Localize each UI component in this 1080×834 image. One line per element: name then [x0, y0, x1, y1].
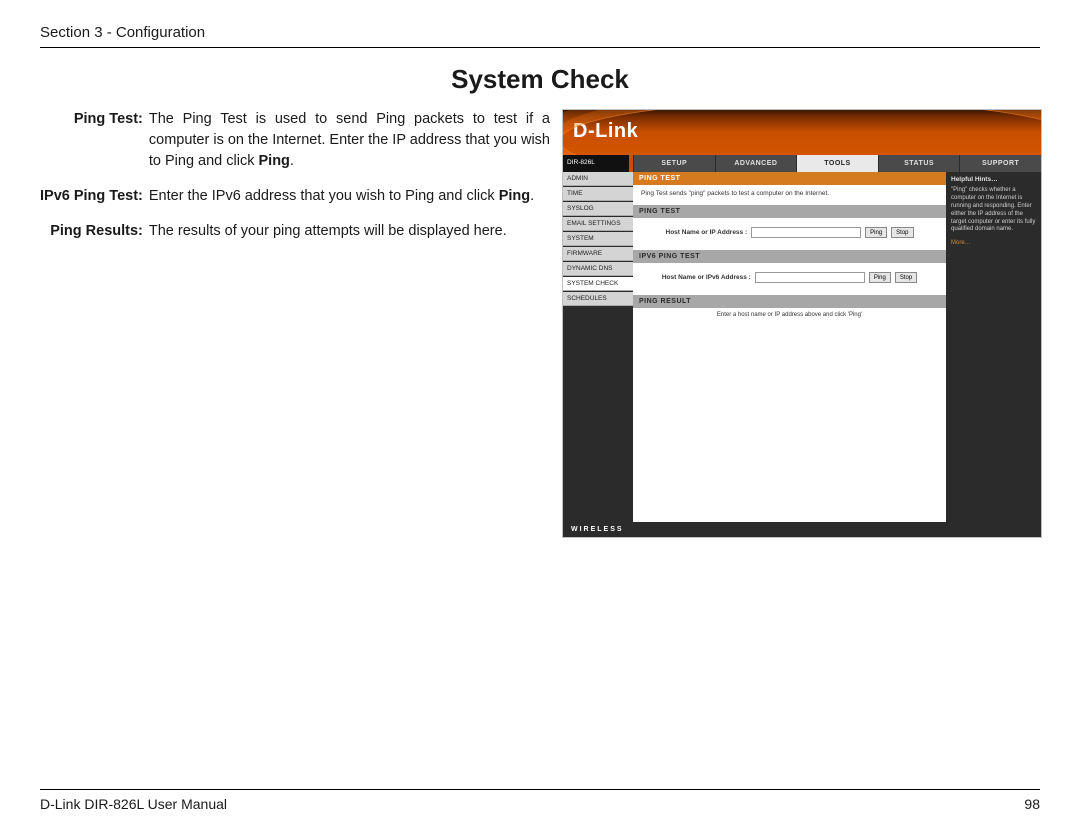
dlink-logo: D-Link — [573, 120, 638, 143]
ipv6-host-input[interactable] — [755, 272, 865, 283]
ping-host-label: Host Name or IP Address : — [666, 229, 748, 236]
desc-text-pre: The Ping Test is used to send Ping packe… — [149, 111, 550, 169]
ping-test-intro: Ping Test sends "ping" packets to test a… — [633, 185, 946, 205]
ipv6-ping-button[interactable]: Ping — [869, 272, 891, 283]
ipv6-ping-test-bar: IPV6 PING TEST — [633, 250, 946, 263]
tab-setup[interactable]: SETUP — [633, 155, 715, 172]
desc-text-pre: The results of your ping attempts will b… — [149, 223, 507, 239]
descriptions-table: Ping Test: The Ping Test is used to send… — [40, 109, 550, 256]
sidebar-item-email-settings[interactable]: EMAIL SETTINGS — [563, 217, 633, 231]
ping-result-text: Enter a host name or IP address above an… — [633, 308, 946, 322]
ping-host-input[interactable] — [751, 227, 861, 238]
desc-text-post: . — [530, 188, 534, 204]
desc-body: The Ping Test is used to send Ping packe… — [149, 109, 550, 186]
sidebar-item-admin[interactable]: ADMIN — [563, 172, 633, 186]
ping-test-bar: PING TEST — [633, 205, 946, 218]
desc-body: The results of your ping attempts will b… — [149, 221, 550, 256]
sidebar-item-syslog[interactable]: SYSLOG — [563, 202, 633, 216]
router-body: ADMIN TIME SYSLOG EMAIL SETTINGS SYSTEM … — [563, 172, 1041, 522]
footer-page-number: 98 — [1024, 796, 1040, 812]
router-banner: D-Link — [563, 110, 1041, 155]
stop-button[interactable]: Stop — [891, 227, 913, 238]
router-main: PING TEST Ping Test sends "ping" packets… — [633, 172, 946, 522]
hints-title: Helpful Hints… — [951, 176, 1036, 184]
hints-body: "Ping" checks whether a computer on the … — [951, 187, 1036, 234]
ipv6-stop-button[interactable]: Stop — [895, 272, 917, 283]
desc-bold: Ping — [499, 188, 530, 204]
section-header: Section 3 - Configuration — [40, 24, 1040, 48]
screenshot-column: D-Link DIR-826L SETUP ADVANCED TOOLS STA… — [562, 109, 1042, 538]
router-sidebar: ADMIN TIME SYSLOG EMAIL SETTINGS SYSTEM … — [563, 172, 633, 522]
desc-text-post: . — [290, 153, 294, 169]
content-row: Ping Test: The Ping Test is used to send… — [40, 109, 1040, 538]
sidebar-item-firmware[interactable]: FIRMWARE — [563, 247, 633, 261]
router-footer: WIRELESS — [563, 522, 1041, 537]
ping-result-bar: PING RESULT — [633, 295, 946, 308]
hints-more-link[interactable]: More… — [951, 240, 1036, 248]
ipv6-host-label: Host Name or IPv6 Address : — [662, 274, 751, 281]
desc-label: Ping Results: — [40, 221, 149, 256]
descriptions-column: Ping Test: The Ping Test is used to send… — [40, 109, 550, 538]
ping-button[interactable]: Ping — [865, 227, 887, 238]
tab-support[interactable]: SUPPORT — [959, 155, 1041, 172]
tab-tools[interactable]: TOOLS — [796, 155, 878, 172]
ping-test-form: Host Name or IP Address : Ping Stop — [633, 218, 946, 250]
desc-row-ipv6-ping-test: IPv6 Ping Test: Enter the IPv6 address t… — [40, 186, 550, 221]
router-model-badge: DIR-826L — [563, 155, 633, 172]
desc-label: IPv6 Ping Test: — [40, 186, 149, 221]
desc-row-ping-test: Ping Test: The Ping Test is used to send… — [40, 109, 550, 186]
desc-bold: Ping — [259, 153, 290, 169]
page-footer: D-Link DIR-826L User Manual 98 — [40, 789, 1040, 812]
sidebar-item-system[interactable]: SYSTEM — [563, 232, 633, 246]
sidebar-item-system-check[interactable]: SYSTEM CHECK — [563, 277, 633, 291]
ipv6-ping-test-form: Host Name or IPv6 Address : Ping Stop — [633, 263, 946, 295]
helpful-hints-panel: Helpful Hints… "Ping" checks whether a c… — [946, 172, 1041, 522]
page-title: System Check — [40, 64, 1040, 95]
tab-status[interactable]: STATUS — [878, 155, 960, 172]
desc-row-ping-results: Ping Results: The results of your ping a… — [40, 221, 550, 256]
router-tab-bar: DIR-826L SETUP ADVANCED TOOLS STATUS SUP… — [563, 155, 1041, 172]
desc-body: Enter the IPv6 address that you wish to … — [149, 186, 550, 221]
tab-advanced[interactable]: ADVANCED — [715, 155, 797, 172]
sidebar-item-schedules[interactable]: SCHEDULES — [563, 292, 633, 306]
router-admin-ui: D-Link DIR-826L SETUP ADVANCED TOOLS STA… — [562, 109, 1042, 538]
footer-manual-name: D-Link DIR-826L User Manual — [40, 796, 227, 812]
ping-test-header: PING TEST — [633, 172, 946, 185]
desc-text-pre: Enter the IPv6 address that you wish to … — [149, 188, 499, 204]
sidebar-item-time[interactable]: TIME — [563, 187, 633, 201]
desc-label: Ping Test: — [40, 109, 149, 186]
sidebar-item-dynamic-dns[interactable]: DYNAMIC DNS — [563, 262, 633, 276]
